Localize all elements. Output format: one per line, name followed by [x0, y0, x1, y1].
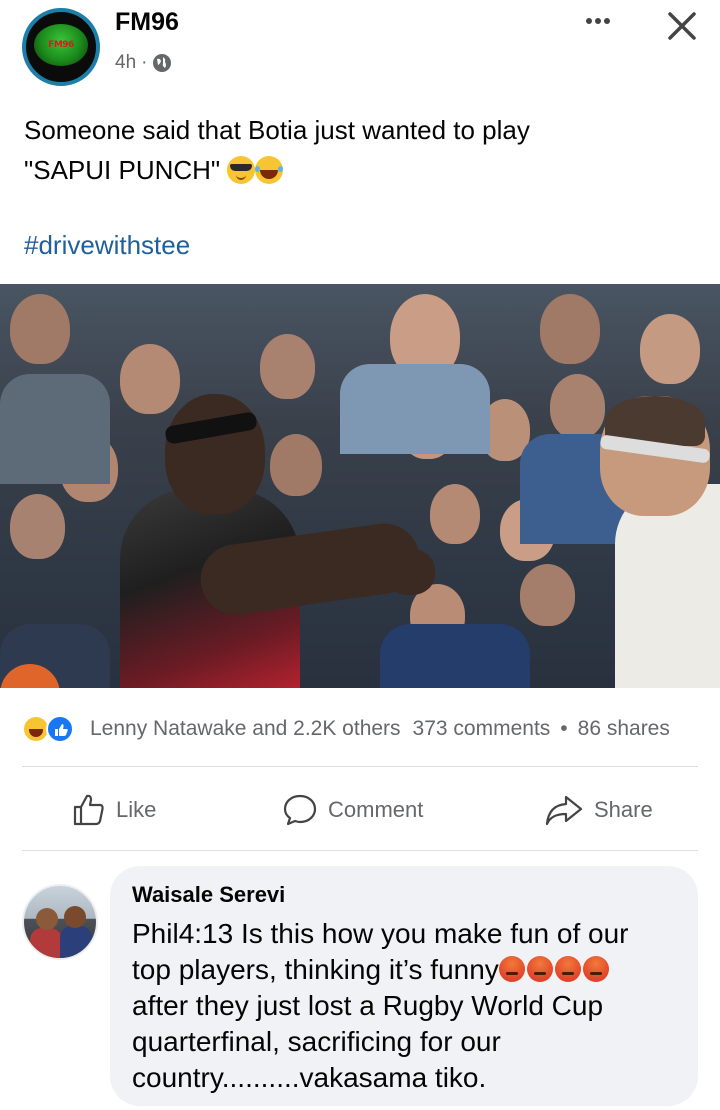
crowd-face: [430, 484, 480, 544]
angry-emoji-icon: [526, 956, 553, 982]
comment-line: top players, thinking it’s funny: [132, 952, 692, 988]
post-header: FM96 FM96 4h ·: [0, 0, 720, 100]
comment-line-text: top players, thinking it’s funny: [132, 954, 499, 985]
like-button[interactable]: Like: [72, 788, 156, 832]
comment-line: quarterfinal, sacrificing for our: [132, 1026, 501, 1057]
avatar-figure: [30, 928, 62, 958]
comment-line: Phil4:13 Is this how you make fun of our: [132, 918, 629, 949]
reaction-icons[interactable]: [22, 714, 84, 744]
post-time[interactable]: 4h: [115, 52, 136, 74]
angry-emoji-icon: [582, 956, 609, 982]
crowd-face: [640, 314, 700, 384]
post-meta: 4h ·: [115, 52, 172, 74]
post-text-line-2: "SAPUI PUNCH": [24, 150, 704, 190]
crowd-face: [120, 344, 180, 414]
avatar-face: [64, 906, 86, 928]
commenter-name[interactable]: Waisale Serevi: [132, 882, 285, 908]
comment-button[interactable]: Comment: [282, 788, 423, 832]
crowd-face: [550, 374, 605, 439]
avatar-figure: [60, 926, 92, 958]
avatar-logo-text: FM96: [48, 40, 74, 50]
post-text-quote: "SAPUI PUNCH": [24, 155, 221, 185]
divider: [22, 766, 698, 767]
comment-bubble-icon: [283, 794, 317, 826]
globe-icon: [152, 53, 172, 73]
post-text: Someone said that Botia just wanted to p…: [24, 110, 704, 190]
crowd-body: [380, 624, 530, 688]
crowd-face: [10, 494, 65, 559]
page-name[interactable]: FM96: [115, 8, 179, 37]
avatar-face: [36, 908, 58, 930]
post-actions: Like Comment Share: [0, 772, 720, 850]
angry-emoji-icon: [498, 956, 525, 982]
crowd-face: [270, 434, 322, 496]
close-icon[interactable]: [662, 6, 702, 46]
thumbs-up-icon: [73, 794, 104, 826]
page-avatar[interactable]: FM96: [22, 8, 100, 86]
stats-separator: •: [560, 717, 568, 740]
crowd-face: [540, 294, 600, 364]
crowd-body: [340, 364, 490, 454]
comment-label: Comment: [328, 797, 424, 822]
comment-line: country..........vakasama tiko.: [132, 1062, 487, 1093]
sunglasses-emoji-icon: [227, 156, 256, 184]
hashtag-link[interactable]: #drivewithstee: [24, 230, 190, 261]
crowd-face: [520, 564, 575, 626]
post-photo[interactable]: [0, 284, 720, 688]
player-left-fist: [385, 549, 435, 595]
commenter-avatar[interactable]: [22, 884, 98, 960]
more-horizontal-icon[interactable]: [578, 6, 618, 36]
post-stats: Lenny Natawake and 2.2K others 373 comme…: [0, 708, 720, 750]
share-button[interactable]: Share: [544, 788, 653, 832]
divider: [22, 850, 698, 851]
share-label: Share: [594, 797, 653, 822]
crowd-body: [0, 374, 110, 484]
meta-dot: ·: [141, 52, 148, 73]
like-reaction-icon: [46, 715, 74, 743]
post-text-line-1: Someone said that Botia just wanted to p…: [24, 115, 530, 145]
tears-of-joy-emoji-icon: [255, 156, 284, 184]
comments-count[interactable]: 373 comments: [413, 717, 551, 741]
crowd-face: [260, 334, 315, 399]
share-arrow-icon: [545, 795, 583, 826]
comment-line: after they just lost a Rugby World Cup: [132, 990, 604, 1021]
like-label: Like: [116, 797, 157, 822]
crowd-face: [10, 294, 70, 364]
comment-bubble: Waisale Serevi Phil4:13 Is this how you …: [110, 866, 698, 1106]
comment-text: Phil4:13 Is this how you make fun of our…: [132, 916, 692, 1096]
reactions-summary[interactable]: Lenny Natawake and 2.2K others: [90, 717, 401, 741]
shares-count[interactable]: 86 shares: [578, 717, 670, 741]
angry-emoji-icon: [554, 956, 581, 982]
